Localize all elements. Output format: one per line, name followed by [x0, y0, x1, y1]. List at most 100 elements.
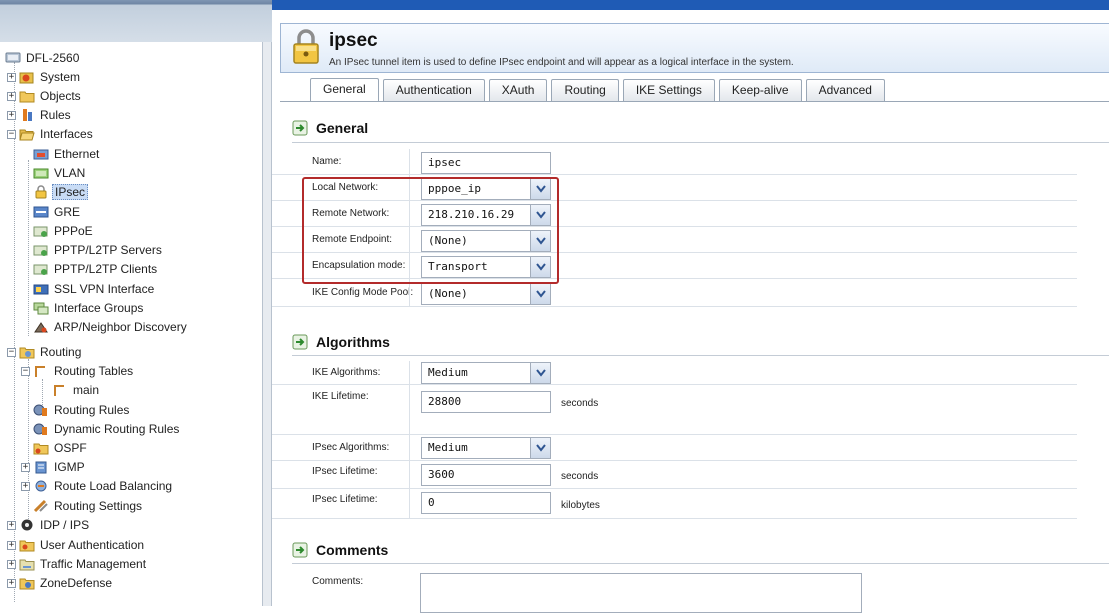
- ipsec-lifetime-seconds-field[interactable]: 3600: [421, 464, 551, 486]
- expand-icon[interactable]: +: [7, 540, 16, 550]
- comments-label: Comments:: [312, 576, 364, 587]
- ipsec-lifetime-seconds-unit: seconds: [561, 471, 599, 482]
- form-row-ipsec-algorithms: IPsec Algorithms: Medium: [272, 435, 1077, 461]
- name-field[interactable]: ipsec: [421, 152, 551, 174]
- tree-item-routing-settings[interactable]: Routing Settings: [33, 497, 144, 515]
- tree-item-pppoe[interactable]: PPPoE: [33, 222, 95, 240]
- tree-item-system[interactable]: + System: [7, 68, 82, 86]
- navigation-tree: DFL-2560 + System + Objects + Rules − In…: [5, 48, 261, 606]
- tree-item-routing-rules[interactable]: Routing Rules: [33, 401, 131, 419]
- rules-icon: [19, 108, 35, 122]
- tab-advanced[interactable]: Advanced: [805, 79, 885, 101]
- chevron-down-icon: [530, 363, 550, 383]
- arrow-right-icon: [292, 120, 308, 136]
- tree-item-idp-ips[interactable]: + IDP / IPS: [7, 516, 91, 534]
- tree-header-bar: [0, 0, 272, 42]
- pppoe-icon: [33, 224, 49, 238]
- zonedefense-icon: [19, 576, 35, 590]
- ethernet-icon: [33, 147, 49, 161]
- expand-icon[interactable]: +: [7, 559, 16, 569]
- tree-item-objects[interactable]: + Objects: [7, 87, 83, 105]
- route-icon: [52, 383, 68, 397]
- page-title: ipsec: [329, 30, 378, 51]
- tree-item-ethernet[interactable]: Ethernet: [33, 145, 101, 163]
- pptp-server-icon: [33, 243, 49, 257]
- page-header: ipsec An IPsec tunnel item is used to de…: [280, 23, 1109, 73]
- comments-textarea[interactable]: [420, 573, 862, 613]
- idp-icon: [19, 518, 35, 532]
- ssl-vpn-icon: [33, 282, 49, 296]
- tab-routing[interactable]: Routing: [551, 79, 619, 101]
- user-auth-icon: [19, 538, 35, 552]
- device-icon: [5, 51, 21, 65]
- arrow-right-icon: [292, 542, 308, 558]
- tree-item-routing-tables[interactable]: − Routing Tables: [21, 362, 135, 380]
- ospf-icon: [33, 441, 49, 455]
- load-balance-icon: [33, 479, 49, 493]
- tree-item-ospf[interactable]: OSPF: [33, 439, 89, 457]
- tree-item-routing[interactable]: − Routing: [7, 343, 83, 361]
- highlight-box: [302, 177, 559, 284]
- tree-item-igmp[interactable]: + IGMP: [21, 458, 87, 476]
- tree-item-main[interactable]: main: [52, 381, 101, 399]
- interface-groups-icon: [33, 301, 49, 315]
- collapse-icon[interactable]: −: [7, 347, 16, 357]
- tab-authentication[interactable]: Authentication: [382, 79, 485, 101]
- tab-keep-alive[interactable]: Keep-alive: [718, 79, 802, 101]
- routing-table-icon: [33, 364, 49, 378]
- expand-icon[interactable]: +: [21, 481, 30, 491]
- pane-splitter[interactable]: [262, 42, 272, 606]
- algorithms-section-header: Algorithms: [292, 334, 390, 350]
- form-row-ipsec-lifetime-seconds: IPsec Lifetime: 3600 seconds: [272, 461, 1077, 489]
- lock-icon: [291, 28, 321, 66]
- ipsec-algorithms-select[interactable]: Medium: [421, 437, 551, 459]
- top-accent-bar: [272, 0, 1109, 10]
- tree-item-ssl-vpn[interactable]: SSL VPN Interface: [33, 280, 156, 298]
- ike-algorithms-select[interactable]: Medium: [421, 362, 551, 384]
- form-row-ike-lifetime: IKE Lifetime: 28800 seconds: [272, 385, 1077, 435]
- arp-icon: [33, 320, 49, 334]
- ike-lifetime-field[interactable]: 28800: [421, 391, 551, 413]
- expand-icon[interactable]: +: [7, 72, 16, 82]
- tree-item-rules[interactable]: + Rules: [7, 106, 73, 124]
- expand-icon[interactable]: +: [7, 520, 16, 530]
- tree-item-gre[interactable]: GRE: [33, 203, 82, 221]
- tab-general[interactable]: General: [310, 78, 379, 102]
- arrow-right-icon: [292, 334, 308, 350]
- tree-item-route-load-balancing[interactable]: + Route Load Balancing: [21, 477, 174, 495]
- ike-config-mode-pool-select[interactable]: (None): [421, 283, 551, 305]
- expand-icon[interactable]: +: [21, 462, 30, 472]
- routing-settings-icon: [33, 499, 49, 513]
- form-row-ipsec-lifetime-kilobytes: IPsec Lifetime: 0 kilobytes: [272, 489, 1077, 519]
- tree-item-vlan[interactable]: VLAN: [33, 164, 87, 182]
- tree-item-user-authentication[interactable]: + User Authentication: [7, 536, 146, 554]
- ike-lifetime-unit: seconds: [561, 398, 599, 409]
- comments-section-header: Comments: [292, 542, 388, 558]
- system-icon: [19, 70, 35, 84]
- expand-icon[interactable]: +: [7, 578, 16, 588]
- tree-item-pptp-servers[interactable]: PPTP/L2TP Servers: [33, 241, 164, 259]
- tree-item-interfaces[interactable]: − Interfaces: [7, 125, 95, 143]
- tree-item-arp[interactable]: ARP/Neighbor Discovery: [33, 318, 189, 336]
- expand-icon[interactable]: +: [7, 110, 16, 120]
- lock-icon: [33, 185, 49, 199]
- tree-item-traffic-management[interactable]: + Traffic Management: [7, 555, 148, 573]
- collapse-icon[interactable]: −: [7, 129, 16, 139]
- expand-icon[interactable]: +: [7, 91, 16, 101]
- tree-item-zonedefense[interactable]: + ZoneDefense: [7, 574, 114, 592]
- ipsec-lifetime-kilobytes-field[interactable]: 0: [421, 492, 551, 514]
- tree-item-device[interactable]: DFL-2560: [5, 49, 81, 67]
- gre-icon: [33, 205, 49, 219]
- tab-ike-settings[interactable]: IKE Settings: [622, 79, 715, 101]
- folder-open-icon: [19, 127, 35, 141]
- tree-item-pptp-clients[interactable]: PPTP/L2TP Clients: [33, 260, 159, 278]
- main-content: ipsec An IPsec tunnel item is used to de…: [272, 10, 1109, 606]
- tab-xauth[interactable]: XAuth: [488, 79, 548, 101]
- tree-item-dynamic-routing-rules[interactable]: Dynamic Routing Rules: [33, 420, 181, 438]
- collapse-icon[interactable]: −: [21, 366, 30, 376]
- form-row-ike-algorithms: IKE Algorithms: Medium: [272, 361, 1077, 385]
- tab-bar: General Authentication XAuth Routing IKE…: [310, 78, 889, 102]
- tree-item-ipsec[interactable]: IPsec: [33, 183, 89, 201]
- chevron-down-icon: [530, 284, 550, 304]
- tree-item-interface-groups[interactable]: Interface Groups: [33, 299, 145, 317]
